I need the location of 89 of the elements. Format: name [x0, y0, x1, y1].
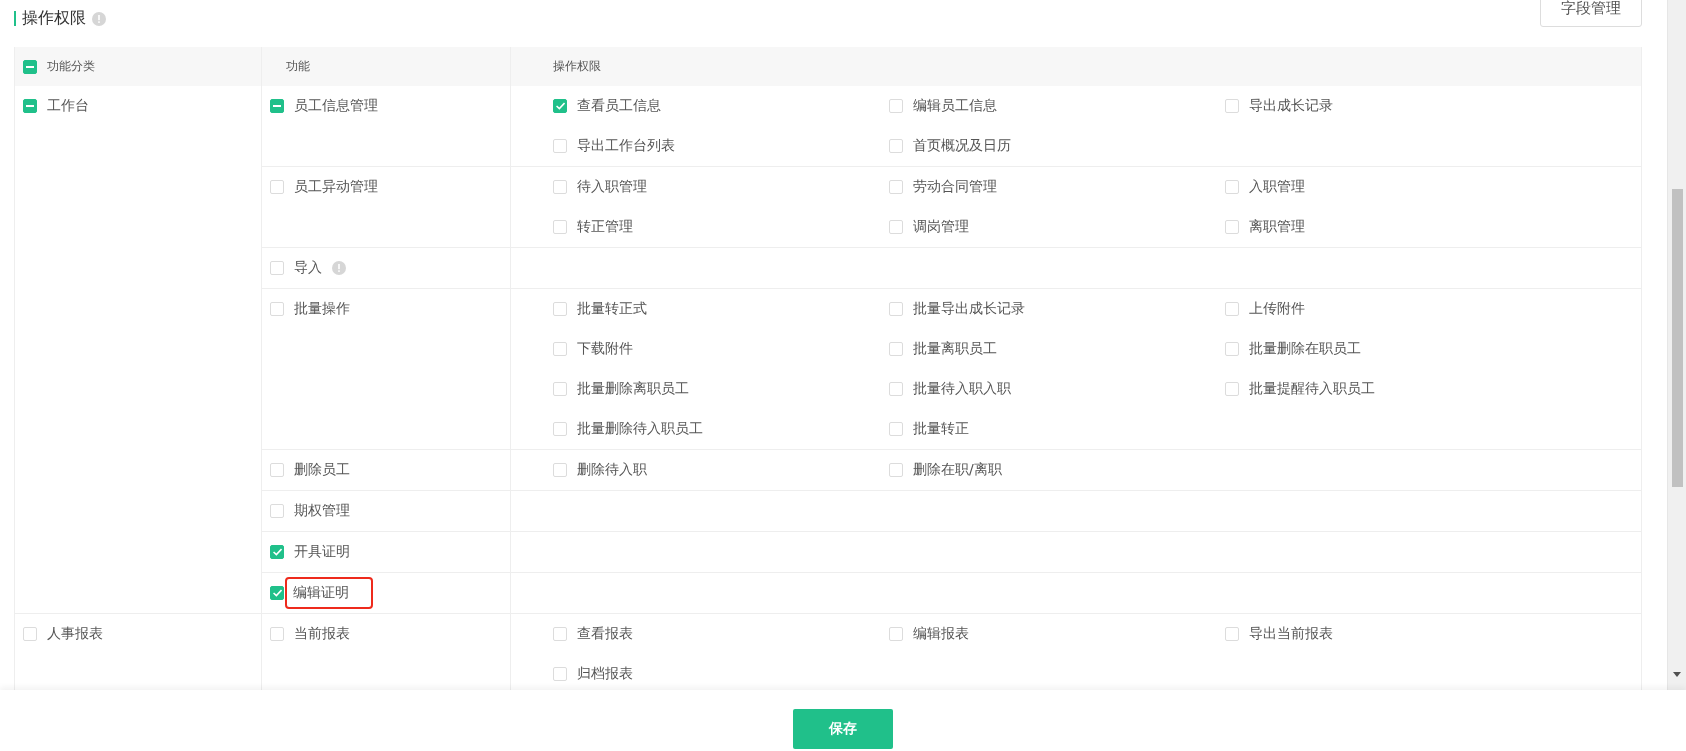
function-label: 开具证明: [294, 543, 350, 561]
permission-label: 批量提醒待入职员工: [1249, 380, 1375, 398]
permission-label: 删除在职/离职: [913, 461, 1002, 479]
category-label: 工作台: [47, 97, 89, 115]
checkbox[interactable]: [270, 627, 284, 641]
permission-label: 编辑报表: [913, 625, 969, 643]
column-header: 功能: [286, 58, 310, 75]
permission-label: 删除待入职: [577, 461, 647, 479]
checkbox[interactable]: [889, 627, 903, 641]
checkbox[interactable]: [889, 99, 903, 113]
checkbox[interactable]: [889, 342, 903, 356]
checkbox[interactable]: [1225, 220, 1239, 234]
permission-label: 批量转正: [913, 420, 969, 438]
checkbox[interactable]: [889, 382, 903, 396]
permission-label: 入职管理: [1249, 178, 1305, 196]
highlighted-function-label: 编辑证明: [285, 577, 373, 609]
scroll-down-icon[interactable]: [1673, 672, 1681, 677]
checkbox[interactable]: [553, 342, 567, 356]
permission-label: 批量转正式: [577, 300, 647, 318]
checkbox[interactable]: [553, 220, 567, 234]
checkbox[interactable]: [553, 302, 567, 316]
permission-label: 导出当前报表: [1249, 625, 1333, 643]
permission-label: 调岗管理: [913, 218, 969, 236]
checkbox[interactable]: [553, 139, 567, 153]
permission-label: 批量删除待入职员工: [577, 420, 703, 438]
checkbox[interactable]: [553, 180, 567, 194]
function-label: 员工异动管理: [294, 178, 378, 196]
function-label: 导入: [294, 259, 322, 277]
permission-label: 转正管理: [577, 218, 633, 236]
category-label: 人事报表: [47, 625, 103, 643]
checkbox[interactable]: [889, 180, 903, 194]
check-icon: [555, 102, 565, 110]
column-header: 功能分类: [47, 58, 95, 75]
permission-label: 劳动合同管理: [913, 178, 997, 196]
checkbox[interactable]: [1225, 99, 1239, 113]
permission-label: 批量导出成长记录: [913, 300, 1025, 318]
partial-checkbox[interactable]: [23, 99, 37, 113]
function-label: 期权管理: [294, 502, 350, 520]
permission-label: 批量删除离职员工: [577, 380, 689, 398]
permission-label: 离职管理: [1249, 218, 1305, 236]
section-title: 操作权限: [22, 8, 86, 29]
checkbox[interactable]: [1225, 627, 1239, 641]
scrollbar[interactable]: [1667, 0, 1686, 690]
scrollbar-thumb[interactable]: [1672, 189, 1683, 487]
checkbox[interactable]: [270, 463, 284, 477]
checkbox[interactable]: [889, 220, 903, 234]
permission-label: 待入职管理: [577, 178, 647, 196]
checkbox[interactable]: [23, 627, 37, 641]
function-label: 员工信息管理: [294, 97, 378, 115]
column-header: 操作权限: [553, 58, 601, 75]
checkbox[interactable]: [270, 180, 284, 194]
function-label: 批量操作: [294, 300, 350, 318]
checkbox[interactable]: [553, 463, 567, 477]
checkbox[interactable]: [1225, 382, 1239, 396]
partial-checkbox[interactable]: [23, 59, 37, 74]
checked-checkbox[interactable]: [553, 99, 567, 113]
checkbox[interactable]: [1225, 302, 1239, 316]
checkbox[interactable]: [553, 382, 567, 396]
checkbox[interactable]: [1225, 180, 1239, 194]
checkbox[interactable]: [1225, 342, 1239, 356]
checkbox[interactable]: [270, 261, 284, 275]
permission-label: 批量删除在职员工: [1249, 340, 1361, 358]
permission-label: 导出成长记录: [1249, 97, 1333, 115]
function-label: 删除员工: [294, 461, 350, 479]
permission-label: 编辑员工信息: [913, 97, 997, 115]
permission-label: 下载附件: [577, 340, 633, 358]
accent-bar: [14, 11, 16, 26]
checkbox[interactable]: [553, 627, 567, 641]
checkbox[interactable]: [889, 302, 903, 316]
permission-label: 导出工作台列表: [577, 137, 675, 155]
checkbox[interactable]: [889, 139, 903, 153]
permission-label: 批量离职员工: [913, 340, 997, 358]
checkbox[interactable]: [553, 667, 567, 681]
checkbox[interactable]: [270, 302, 284, 316]
checkbox[interactable]: [270, 504, 284, 518]
permission-label: 首页概况及日历: [913, 137, 1011, 155]
permission-label: 查看报表: [577, 625, 633, 643]
checkbox[interactable]: [889, 422, 903, 436]
checkbox[interactable]: [889, 463, 903, 477]
info-icon: [332, 261, 346, 275]
partial-checkbox[interactable]: [270, 99, 284, 113]
permission-label: 归档报表: [577, 665, 633, 683]
field-manage-button[interactable]: 字段管理: [1540, 0, 1642, 27]
info-icon: [92, 11, 106, 26]
permission-label: 批量待入职入职: [913, 380, 1011, 398]
permission-label: 查看员工信息: [577, 97, 661, 115]
checkbox[interactable]: [553, 422, 567, 436]
function-label: 当前报表: [294, 625, 350, 643]
permission-label: 上传附件: [1249, 300, 1305, 318]
